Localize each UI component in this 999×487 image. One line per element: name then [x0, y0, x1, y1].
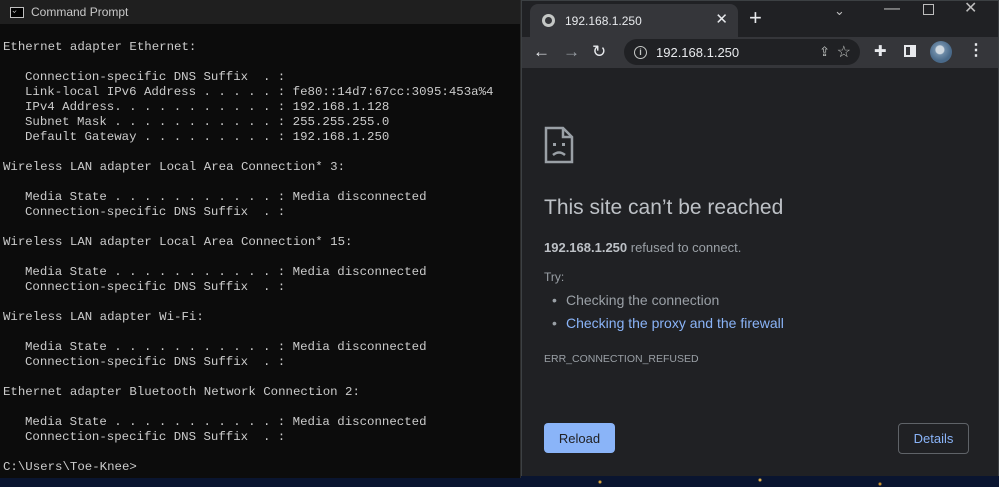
info-icon[interactable]: i: [634, 45, 647, 59]
maximize-button[interactable]: [923, 3, 934, 19]
cmd-blank-line: [3, 145, 520, 160]
cmd-output-line: Wireless LAN adapter Wi-Fi:: [3, 310, 204, 324]
error-code: ERR_CONNECTION_REFUSED: [544, 353, 699, 365]
cmd-output-line: Link-local IPv6 Address . . . . . : fe80…: [25, 85, 494, 99]
sad-page-icon: [544, 126, 574, 164]
url-text[interactable]: 192.168.1.250: [656, 45, 739, 60]
cmd-window-title: Command Prompt: [31, 5, 129, 19]
error-page: This site can’t be reached 192.168.1.250…: [522, 68, 998, 476]
tab-close-icon[interactable]: ✕: [715, 12, 728, 28]
error-host: 192.168.1.250: [544, 240, 628, 255]
cmd-blank-line: [3, 175, 520, 190]
cmd-blank-line: [3, 445, 520, 460]
cmd-output-line: Media State . . . . . . . . . . . : Medi…: [25, 340, 427, 354]
reload-icon[interactable]: ↻: [592, 42, 606, 62]
suggestion-check-connection: Checking the connection: [552, 292, 719, 308]
tab-active[interactable]: 192.168.1.250 ✕: [530, 4, 738, 37]
address-bar[interactable]: i 192.168.1.250 ⇪ ☆: [624, 39, 860, 65]
cmd-blank-line: [3, 295, 520, 310]
cmd-output-line: Connection-specific DNS Suffix . :: [25, 205, 286, 219]
cmd-blank-line: [3, 325, 520, 340]
maximize-icon: [923, 4, 934, 15]
cmd-output-line: Media State . . . . . . . . . . . : Medi…: [25, 415, 427, 429]
minimize-button[interactable]: —: [884, 1, 900, 17]
cmd-output-line: Ethernet adapter Ethernet:: [3, 40, 197, 54]
cmd-output-line: Connection-specific DNS Suffix . :: [25, 355, 286, 369]
cmd-titlebar[interactable]: Command Prompt: [0, 0, 520, 24]
details-button[interactable]: Details: [898, 423, 969, 454]
try-label: Try:: [544, 270, 565, 284]
back-arrow-icon[interactable]: ←: [533, 42, 550, 62]
bookmark-star-icon[interactable]: ☆: [837, 42, 851, 62]
command-prompt-window[interactable]: Command Prompt Ethernet adapter Ethernet…: [0, 0, 521, 478]
new-tab-button[interactable]: +: [749, 7, 762, 29]
cmd-blank-line: [3, 55, 520, 70]
profile-avatar[interactable]: [930, 41, 952, 63]
browser-toolbar: ← → ↻ i 192.168.1.250 ⇪ ☆ ✚ ⋮: [522, 37, 998, 68]
side-panel-icon[interactable]: [904, 45, 916, 57]
cmd-output-line: Ethernet adapter Bluetooth Network Conne…: [3, 385, 360, 399]
cmd-output-line: Subnet Mask . . . . . . . . . . . : 255.…: [25, 115, 390, 129]
menu-kebab-icon[interactable]: ⋮: [968, 42, 984, 60]
reload-button[interactable]: Reload: [544, 423, 615, 453]
command-prompt-icon: [10, 6, 24, 18]
cmd-output-line: Media State . . . . . . . . . . . : Medi…: [25, 265, 427, 279]
cmd-output-line: Connection-specific DNS Suffix . :: [25, 280, 286, 294]
cmd-output-line: Default Gateway . . . . . . . . . : 192.…: [25, 130, 390, 144]
cmd-output-line: C:\Users\Toe-Knee>: [3, 460, 137, 474]
cmd-blank-line: [3, 400, 520, 415]
cmd-output[interactable]: Ethernet adapter Ethernet: Connection-spe…: [0, 24, 520, 475]
tab-title: 192.168.1.250: [565, 13, 642, 28]
tab-search-chevron-icon[interactable]: ⌄: [834, 3, 845, 19]
share-icon[interactable]: ⇪: [819, 44, 830, 60]
cmd-output-line: Connection-specific DNS Suffix . :: [25, 70, 286, 84]
browser-window[interactable]: 192.168.1.250 ✕ + ⌄ — ✕ ← → ↻ i 192.168.…: [521, 0, 999, 476]
forward-arrow-icon[interactable]: →: [563, 42, 580, 62]
suggestion-proxy-firewall-link[interactable]: Checking the proxy and the firewall: [552, 315, 784, 331]
cmd-output-line: Wireless LAN adapter Local Area Connecti…: [3, 160, 346, 174]
cmd-blank-line: [3, 250, 520, 265]
globe-icon: [542, 14, 555, 27]
error-description: 192.168.1.250 refused to connect.: [544, 240, 741, 255]
cmd-output-line: Wireless LAN adapter Local Area Connecti…: [3, 235, 353, 249]
cmd-blank-line: [3, 220, 520, 235]
cmd-blank-line: [3, 370, 520, 385]
close-window-button[interactable]: ✕: [964, 1, 977, 17]
error-description-suffix: refused to connect.: [627, 240, 742, 255]
cmd-output-line: Media State . . . . . . . . . . . : Medi…: [25, 190, 427, 204]
cmd-output-line: Connection-specific DNS Suffix . :: [25, 430, 286, 444]
error-title: This site can’t be reached: [544, 196, 784, 219]
tab-strip: 192.168.1.250 ✕ + ⌄ — ✕: [522, 1, 998, 37]
cmd-output-line: IPv4 Address. . . . . . . . . . . : 192.…: [25, 100, 390, 114]
extensions-puzzle-icon[interactable]: ✚: [874, 42, 887, 60]
